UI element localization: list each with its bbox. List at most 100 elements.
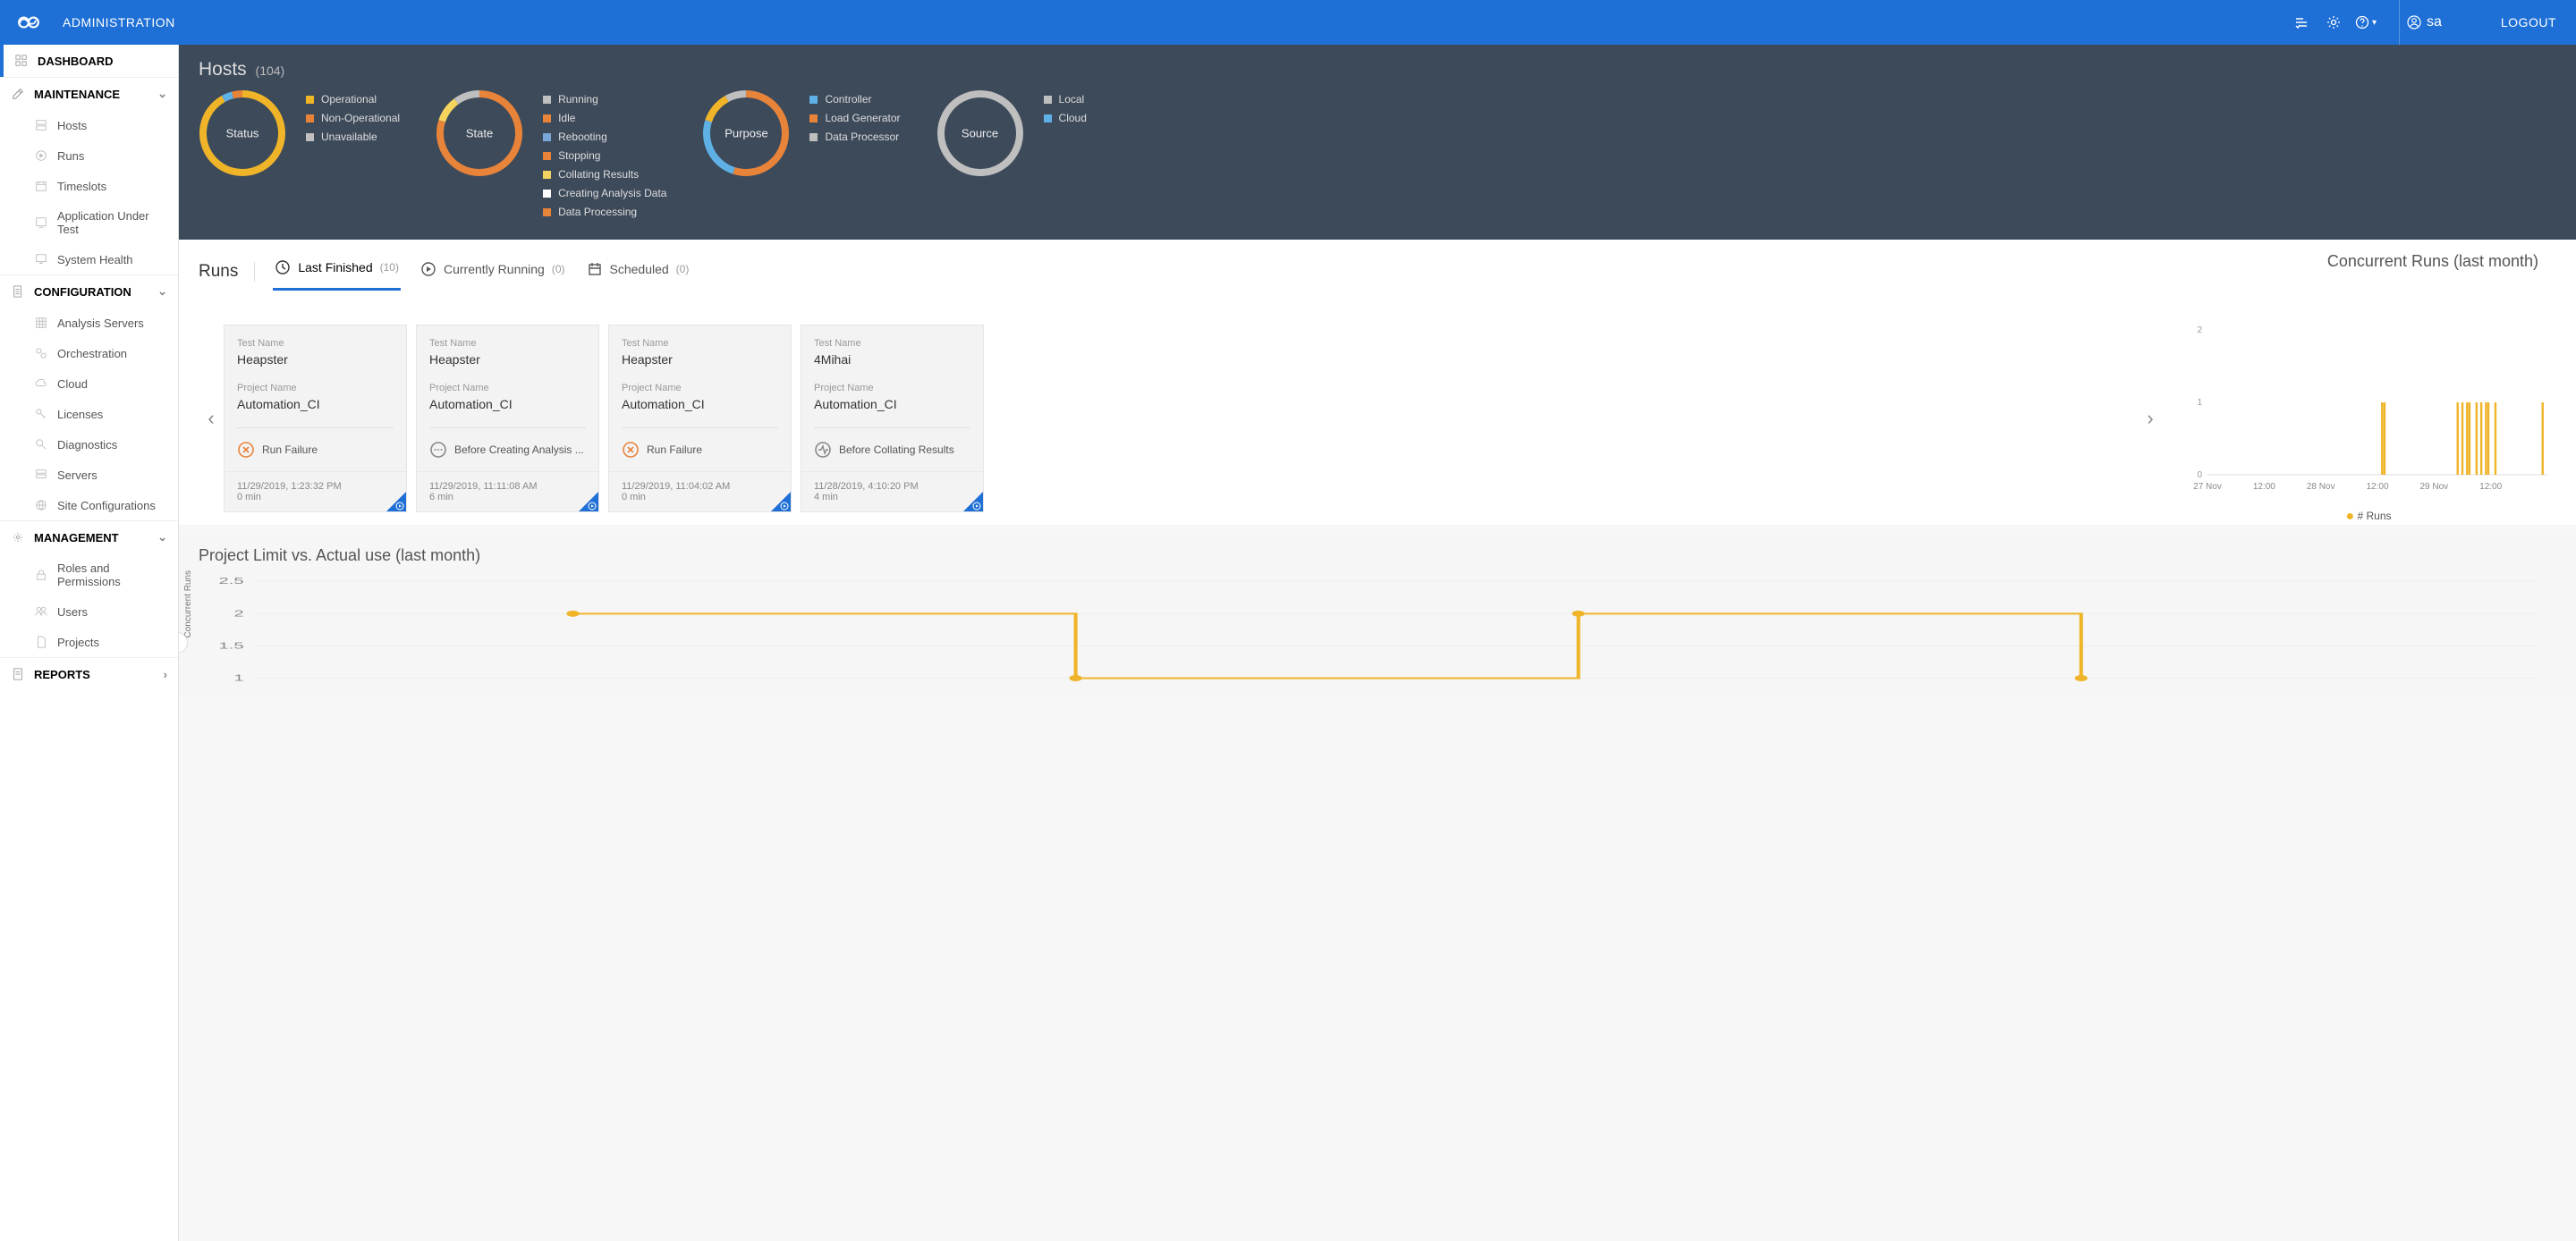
sidebar-item-projects[interactable]: Projects xyxy=(0,627,178,657)
server-icon xyxy=(34,118,48,132)
topbar: ADMINISTRATION ▾ sa LOGOUT xyxy=(0,0,2576,45)
runs-title: Runs xyxy=(199,262,255,282)
grid-icon xyxy=(34,316,48,330)
legend-text: Unavailable xyxy=(321,131,377,143)
tab-scheduled[interactable]: Scheduled (0) xyxy=(585,254,691,290)
svg-text:12:00: 12:00 xyxy=(2253,482,2275,492)
legend-swatch xyxy=(543,190,551,198)
legend-swatch xyxy=(543,208,551,216)
concurrent-chart: 01227 Nov12:0028 Nov12:0029 Nov12:00 xyxy=(2181,321,2556,509)
app-logo xyxy=(11,4,47,40)
sidebar-item-label: Licenses xyxy=(57,408,103,421)
card-status-text: Run Failure xyxy=(262,443,318,456)
svg-text:28 Nov: 28 Nov xyxy=(2307,482,2335,492)
sidebar-item-roles[interactable]: Roles and Permissions xyxy=(0,553,178,596)
play-icon xyxy=(780,502,789,511)
runs-section: Runs Last Finished (10) Currently Runnin… xyxy=(179,240,2576,525)
sidebar-maintenance[interactable]: MAINTENANCE ⌄ xyxy=(0,77,178,110)
sidebar-configuration[interactable]: CONFIGURATION ⌄ xyxy=(0,274,178,308)
runs-header: Runs Last Finished (10) Currently Runnin… xyxy=(199,252,691,291)
hosts-title-text: Hosts xyxy=(199,59,247,80)
card-field-label: Project Name xyxy=(237,383,394,393)
help-icon[interactable]: ▾ xyxy=(2358,14,2374,30)
sidebar-dashboard[interactable]: DASHBOARD xyxy=(0,45,178,77)
card-foot: 11/29/2019, 11:04:02 AM 0 min xyxy=(609,471,791,511)
sidebar-item-label: Analysis Servers xyxy=(57,317,144,330)
sidebar-item-analysis-servers[interactable]: Analysis Servers xyxy=(0,308,178,338)
gear-icon xyxy=(11,530,25,545)
donut-label: Source xyxy=(962,127,998,140)
user-menu[interactable]: sa xyxy=(2399,0,2449,45)
logout-button[interactable]: LOGOUT xyxy=(2501,15,2556,30)
sidebar-item-hosts[interactable]: Hosts xyxy=(0,110,178,140)
donut-ring: Purpose xyxy=(702,89,790,177)
donut-source: SourceLocalCloud xyxy=(936,89,1087,218)
svg-text:12:00: 12:00 xyxy=(2366,482,2388,492)
tab-count: (10) xyxy=(380,261,399,274)
carousel-prev-button[interactable]: ‹ xyxy=(199,401,224,436)
hosts-title: Hosts (104) xyxy=(199,59,2556,80)
sidebar-item-label: Servers xyxy=(57,469,97,482)
concurrent-runs-title: Concurrent Runs (last month) xyxy=(2327,252,2538,271)
legend-text: Stopping xyxy=(558,149,600,162)
chevron-right-icon: › xyxy=(164,668,167,681)
svg-text:2: 2 xyxy=(2197,325,2202,335)
legend-item: Collating Results xyxy=(543,168,666,181)
sidebar-item-diagnostics[interactable]: Diagnostics xyxy=(0,429,178,460)
legend-text: Controller xyxy=(825,93,871,106)
legend-item: Unavailable xyxy=(306,131,400,143)
sidebar-item-licenses[interactable]: Licenses xyxy=(0,399,178,429)
sidebar-item-orchestration[interactable]: Orchestration xyxy=(0,338,178,368)
donut-label: Purpose xyxy=(724,127,767,140)
legend-swatch xyxy=(543,114,551,122)
carousel-next-button[interactable]: › xyxy=(2138,401,2163,436)
tab-last-finished[interactable]: Last Finished (10) xyxy=(273,252,401,291)
gear-icon[interactable] xyxy=(2326,14,2342,30)
legend-text: Cloud xyxy=(1059,112,1087,124)
svg-text:2: 2 xyxy=(233,609,243,619)
legend-item: Rebooting xyxy=(543,131,666,143)
legend-item: Load Generator xyxy=(809,112,900,124)
legend-text: Data Processing xyxy=(558,206,637,218)
svg-text:12:00: 12:00 xyxy=(2479,482,2502,492)
sidebar-label: MANAGEMENT xyxy=(34,531,119,545)
cloud-icon xyxy=(34,376,48,391)
card-field-label: Test Name xyxy=(429,338,586,349)
donut-ring: State xyxy=(436,89,523,177)
run-card[interactable]: Test Name Heapster Project Name Automati… xyxy=(224,325,407,512)
legend-text: Non-Operational xyxy=(321,112,400,124)
card-timestamp: 11/29/2019, 1:23:32 PM xyxy=(237,481,394,492)
donut-ring: Status xyxy=(199,89,286,177)
legend-item: Running xyxy=(543,93,666,106)
card-status-text: Before Creating Analysis ... xyxy=(454,443,584,456)
run-card[interactable]: Test Name 4Mihai Project Name Automation… xyxy=(801,325,984,512)
svg-text:2.5: 2.5 xyxy=(219,577,244,587)
sidebar-item-aut[interactable]: Application Under Test xyxy=(0,201,178,244)
tasks-icon[interactable] xyxy=(2293,14,2309,30)
sidebar-item-users[interactable]: Users xyxy=(0,596,178,627)
run-card[interactable]: Test Name Heapster Project Name Automati… xyxy=(416,325,599,512)
sidebar-item-label: Application Under Test xyxy=(57,209,167,236)
card-status: Before Creating Analysis ... xyxy=(429,435,586,464)
sidebar-item-label: Timeslots xyxy=(57,180,106,193)
card-field-label: Test Name xyxy=(237,338,394,349)
sidebar-item-site-configurations[interactable]: Site Configurations xyxy=(0,490,178,520)
sidebar-item-runs[interactable]: Runs xyxy=(0,140,178,171)
sidebar-item-timeslots[interactable]: Timeslots xyxy=(0,171,178,201)
legend-text: Load Generator xyxy=(825,112,900,124)
sidebar-reports[interactable]: REPORTS › xyxy=(0,657,178,690)
globe-icon xyxy=(34,498,48,512)
sidebar-item-system-health[interactable]: System Health xyxy=(0,244,178,274)
calendar-icon xyxy=(587,261,603,277)
legend-item: Controller xyxy=(809,93,900,106)
card-field-label: Project Name xyxy=(622,383,778,393)
sidebar-item-cloud[interactable]: Cloud xyxy=(0,368,178,399)
run-card[interactable]: Test Name Heapster Project Name Automati… xyxy=(608,325,792,512)
legend-item: Non-Operational xyxy=(306,112,400,124)
tab-currently-running[interactable]: Currently Running (0) xyxy=(419,254,567,290)
sidebar-item-servers[interactable]: Servers xyxy=(0,460,178,490)
sidebar-management[interactable]: MANAGEMENT ⌄ xyxy=(0,520,178,553)
app-icon xyxy=(34,215,48,230)
donut-label: State xyxy=(466,127,493,140)
card-field-label: Test Name xyxy=(622,338,778,349)
